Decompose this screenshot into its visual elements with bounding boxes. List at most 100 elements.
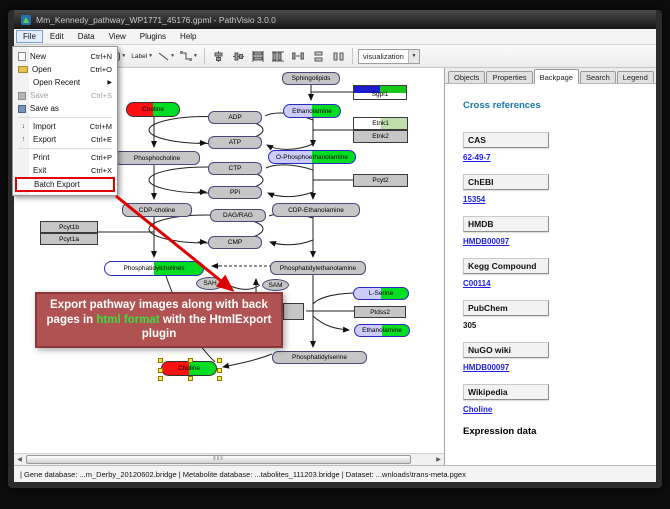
node-ppi[interactable]: PPi	[208, 186, 262, 199]
selection-handle[interactable]	[188, 376, 193, 381]
selection-handle[interactable]	[188, 358, 193, 363]
menu-item-label: Batch Export	[34, 180, 111, 189]
open-folder-icon	[18, 66, 28, 73]
node-pcyt2[interactable]: Pcyt2	[353, 174, 408, 187]
scroll-right-icon[interactable]: ▶	[433, 454, 444, 465]
menu-data[interactable]: Data	[71, 30, 102, 43]
expression-data-title: Expression data	[463, 426, 656, 437]
menu-view[interactable]: View	[102, 30, 133, 43]
tab-objects[interactable]: Objects	[448, 71, 485, 83]
connector-tool-button[interactable]: ▼	[179, 48, 199, 65]
backpage-content: Cross references CAS62-49-7ChEBI15354HMD…	[445, 84, 656, 465]
menu-item-label: Import	[33, 122, 86, 131]
line-tool-button[interactable]: ▼	[157, 48, 176, 65]
file-menu-item-new[interactable]: NewCtrl+N	[15, 50, 115, 63]
node-phosphatidylserine[interactable]: Phosphatidylserine	[272, 351, 367, 364]
node-ethanolamine-bottom[interactable]: Ethanolamine	[354, 324, 410, 337]
distribute-horizontal-button[interactable]	[290, 48, 307, 65]
menu-help[interactable]: Help	[173, 30, 203, 43]
selection-handle[interactable]	[217, 376, 222, 381]
selection-handle[interactable]	[158, 376, 163, 381]
file-menu-item-print[interactable]: PrintCtrl+P	[15, 151, 115, 164]
node-adp[interactable]: ADP	[208, 111, 262, 124]
node-etnk2[interactable]: Etnk2	[353, 130, 408, 143]
menu-file[interactable]: File	[16, 30, 43, 43]
menu-edit[interactable]: Edit	[43, 30, 71, 43]
node-hidden-gene[interactable]	[283, 303, 304, 320]
xref-link[interactable]: HMDB00097	[463, 237, 509, 246]
node-sah[interactable]: SAH	[196, 277, 224, 290]
node-sphingolipids[interactable]: Sphingolipids	[282, 72, 340, 85]
node-etnk1[interactable]: Etnk1	[353, 117, 408, 130]
chevron-down-icon[interactable]: ▼	[408, 50, 419, 63]
stack-horizontal-icon	[333, 51, 344, 62]
node-l-serine[interactable]: L-Serine	[353, 287, 409, 300]
common-height-button[interactable]	[270, 48, 287, 65]
tab-search[interactable]: Search	[580, 71, 616, 83]
title-bar: Mm_Kennedy_pathway_WP1771_45176.gpml - P…	[14, 10, 656, 29]
menu-plugins[interactable]: Plugins	[133, 30, 173, 43]
file-menu-item-save[interactable]: SaveCtrl+S	[15, 89, 115, 102]
node-choline-selected[interactable]: Choline	[161, 361, 217, 376]
node-choline-top[interactable]: Choline	[126, 102, 180, 117]
node-sam[interactable]: SAM	[262, 279, 289, 291]
menu-shortcut: Ctrl+S	[91, 91, 112, 100]
selection-handle[interactable]	[158, 368, 163, 373]
node-phosphatidylethanolamine[interactable]: Phosphatidylethanolamine	[270, 261, 366, 275]
xref-link[interactable]: HMDB00097	[463, 363, 509, 372]
file-menu-item-exit[interactable]: ExitCtrl+X	[15, 164, 115, 177]
node-cmp[interactable]: CMP	[208, 236, 262, 249]
xref-link[interactable]: 15354	[463, 195, 485, 204]
stack-vertical-button[interactable]	[310, 48, 327, 65]
align-center-horizontal-button[interactable]	[210, 48, 227, 65]
callout-text-after: with the HtmlExport plugin	[142, 314, 272, 341]
tab-legend[interactable]: Legend	[617, 71, 654, 83]
node-sgpl1[interactable]: Sgpl1	[353, 85, 407, 100]
menu-separator	[18, 148, 112, 149]
node-dag[interactable]: DAG/RAG	[210, 209, 266, 222]
node-atp[interactable]: ATP	[208, 136, 262, 149]
align-center-vertical-button[interactable]	[230, 48, 247, 65]
file-menu-item-import[interactable]: ↓ImportCtrl+M	[15, 120, 115, 133]
selection-handle[interactable]	[217, 368, 222, 373]
node-ptdss2[interactable]: Ptdss2	[354, 306, 406, 318]
align-center-vertical-icon	[233, 51, 244, 62]
file-menu-item-batch-export[interactable]: Batch Export	[15, 177, 115, 192]
xref-section: WikipediaCholine	[463, 384, 656, 414]
node-label: Sgpl1	[372, 91, 389, 99]
selection-handle[interactable]	[158, 358, 163, 363]
selection-handle[interactable]	[217, 358, 222, 363]
common-width-button[interactable]	[250, 48, 267, 65]
xref-link[interactable]: Choline	[463, 405, 492, 414]
node-pcyt1b[interactable]: Pcyt1b	[40, 221, 98, 233]
stack-horizontal-button[interactable]	[330, 48, 347, 65]
distribute-horizontal-icon	[292, 51, 304, 61]
node-cdp-choline[interactable]: CDP-choline	[122, 203, 192, 217]
menubar-items: FileEditDataViewPluginsHelp	[16, 30, 204, 43]
label-tool-button[interactable]: Label ▼	[130, 48, 154, 65]
cross-references-title: Cross references	[463, 100, 656, 111]
file-menu-item-open-recent[interactable]: Open Recent▶	[15, 76, 115, 89]
node-pcyt1a[interactable]: Pcyt1a	[40, 233, 98, 245]
file-menu-item-save-as[interactable]: Save as	[15, 102, 115, 115]
save-icon	[18, 92, 26, 100]
node-phosphatidylcholines[interactable]: Phosphatidylcholines	[104, 261, 204, 276]
file-menu-item-export[interactable]: ↑ExportCtrl+E	[15, 133, 115, 146]
node-o-phosphoethanolamine[interactable]: O-Phosphoethanolamine	[268, 150, 356, 164]
scroll-left-icon[interactable]: ◀	[14, 454, 25, 465]
visualization-value: visualization	[363, 52, 404, 61]
node-ethanolamine-top[interactable]: Ethanolamine	[283, 104, 341, 118]
visualization-combobox[interactable]: visualization ▼	[358, 49, 420, 64]
tab-properties[interactable]: Properties	[486, 71, 532, 83]
node-phosphocholine[interactable]: Phosphocholine	[114, 151, 200, 165]
menu-shortcut: Ctrl+N	[91, 52, 112, 61]
tab-backpage[interactable]: Backpage	[534, 69, 579, 84]
horizontal-scrollbar[interactable]: ◀ ⦀⦀⦀ ▶	[14, 453, 444, 465]
file-menu-item-open[interactable]: OpenCtrl+O	[15, 63, 115, 76]
node-ctp[interactable]: CTP	[208, 162, 262, 175]
xref-source-header: ChEBI	[463, 174, 549, 190]
xref-link[interactable]: 62-49-7	[463, 153, 491, 162]
scrollbar-thumb[interactable]: ⦀⦀⦀	[26, 455, 411, 464]
node-cdp-ethanolamine[interactable]: CDP-Ethanolamine	[272, 203, 360, 217]
xref-link[interactable]: C00114	[463, 279, 491, 288]
